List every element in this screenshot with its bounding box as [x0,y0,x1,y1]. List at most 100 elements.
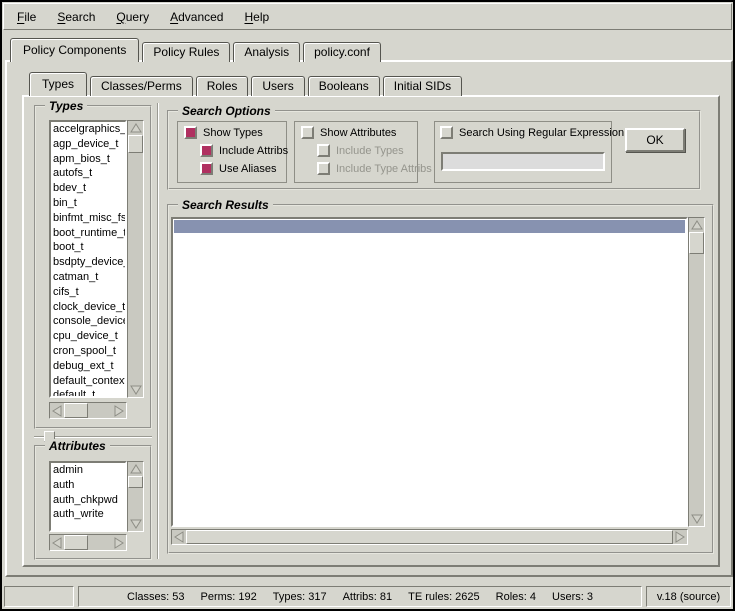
menu-file[interactable]: File [10,7,43,27]
menu-query[interactable]: Query [109,7,156,27]
selected-line [174,220,685,233]
tab-initial-sids[interactable]: Initial SIDs [383,76,462,96]
search-results-text[interactable] [171,217,688,527]
stat-perms: Perms: 192 [201,591,257,603]
attributes-horizontal-scrollbar[interactable] [49,534,127,551]
scroll-left-button[interactable] [50,403,64,418]
menu-label: earch [65,10,95,24]
scroll-down-button[interactable] [689,512,704,526]
scrollbar-thumb[interactable] [689,232,704,254]
scroll-left-button[interactable] [50,535,64,550]
show-attributes-frame: Show Attributes Include Types Include Ty… [294,121,418,183]
scrollbar-thumb[interactable] [64,535,88,550]
checkbox-regex[interactable]: Search Using Regular Expression [440,126,624,139]
status-bar: Classes: 53 Perms: 192 Types: 317 Attrib… [2,586,733,607]
list-item[interactable]: autofs_t [51,166,125,181]
scroll-left-button[interactable] [172,530,186,544]
scroll-up-button[interactable] [128,462,143,476]
list-item[interactable]: catman_t [51,270,125,285]
checkbox-indicator [200,144,213,157]
attributes-listbox[interactable]: admin auth auth_chkpwd auth_write [49,461,127,532]
list-item[interactable]: agp_device_t [51,137,125,152]
scrollbar-thumb[interactable] [128,135,143,153]
menu-label: dvanced [178,10,223,24]
tab-booleans[interactable]: Booleans [308,76,380,96]
scroll-down-button[interactable] [128,517,143,531]
types-horizontal-scrollbar[interactable] [49,402,127,419]
results-horizontal-scrollbar[interactable] [171,529,688,545]
list-item[interactable]: admin [51,463,125,478]
menu-advanced[interactable]: Advanced [163,7,230,27]
down-arrow-icon [691,513,703,525]
scrollbar-trough[interactable] [689,254,704,512]
list-item[interactable]: default_context [51,374,125,389]
types-vertical-scrollbar[interactable] [127,120,144,398]
menu-accel: H [244,10,253,24]
attributes-vertical-scrollbar[interactable] [127,461,144,532]
list-item[interactable]: default_t [51,388,125,398]
scroll-down-button[interactable] [128,383,143,397]
checkbox-show-attributes[interactable]: Show Attributes [301,126,396,139]
scrollbar-trough[interactable] [128,488,143,517]
tab-policy-conf[interactable]: policy.conf [303,42,381,62]
tab-policy-rules[interactable]: Policy Rules [142,42,230,62]
regex-input[interactable] [441,152,605,171]
scrollbar-thumb[interactable] [186,530,673,544]
tab-roles[interactable]: Roles [196,76,249,96]
list-item[interactable]: apm_bios_t [51,152,125,167]
list-item[interactable]: cifs_t [51,285,125,300]
ok-button[interactable]: OK [625,128,685,152]
menu-search[interactable]: Search [50,7,102,27]
list-item[interactable]: auth_chkpwd [51,493,125,508]
list-item[interactable]: debug_ext_t [51,359,125,374]
left-arrow-icon [51,537,63,549]
pane-divider [157,103,159,559]
policy-components-panel: Types Classes/Perms Roles Users Booleans… [5,60,733,577]
tab-analysis[interactable]: Analysis [233,42,300,62]
list-item[interactable]: bsdpty_device_ [51,255,125,270]
attributes-groupbox: Attributes admin auth auth_chkpwd auth_w… [34,445,152,560]
checkbox-include-type-attribs: Include Type Attribs [317,162,432,175]
scrollbar-trough[interactable] [88,535,112,550]
menu-label: uery [126,10,149,24]
scroll-right-button[interactable] [673,530,687,544]
tab-types[interactable]: Types [29,72,87,96]
scroll-right-button[interactable] [112,403,126,418]
checkbox-indicator [184,126,197,139]
list-item[interactable]: cron_spool_t [51,344,125,359]
list-item[interactable]: boot_t [51,240,125,255]
checkbox-include-attribs[interactable]: Include Attribs [200,144,288,157]
up-arrow-icon [691,219,703,231]
tab-classes-perms[interactable]: Classes/Perms [90,76,193,96]
list-item[interactable]: auth_write [51,507,125,522]
scroll-up-button[interactable] [128,121,143,135]
list-item[interactable]: boot_runtime_t [51,226,125,241]
stat-attribs: Attribs: 81 [343,591,393,603]
list-item[interactable]: auth [51,478,125,493]
tab-users[interactable]: Users [251,76,304,96]
checkbox-use-aliases[interactable]: Use Aliases [200,162,276,175]
menu-help[interactable]: Help [237,7,276,27]
scroll-up-button[interactable] [689,218,704,232]
scrollbar-thumb[interactable] [64,403,88,418]
scrollbar-thumb[interactable] [128,476,143,488]
checkbox-show-types[interactable]: Show Types [184,126,263,139]
component-tab-bar: Types Classes/Perms Roles Users Booleans… [29,72,465,96]
checkbox-indicator [317,144,330,157]
tab-policy-components[interactable]: Policy Components [10,38,139,62]
checkbox-indicator [440,126,453,139]
list-item[interactable]: console_device_ [51,314,125,329]
scroll-right-button[interactable] [112,535,126,550]
scrollbar-trough[interactable] [88,403,112,418]
types-listbox[interactable]: accelgraphics_e agp_device_t apm_bios_t … [49,120,127,398]
results-vertical-scrollbar[interactable] [688,217,705,527]
list-item[interactable]: binfmt_misc_fs [51,211,125,226]
list-item[interactable]: clock_device_t [51,300,125,315]
list-item[interactable]: bin_t [51,196,125,211]
scrollbar-trough[interactable] [128,153,143,383]
list-item[interactable]: cpu_device_t [51,329,125,344]
list-item[interactable]: accelgraphics_e [51,122,125,137]
checkbox-label: Search Using Regular Expression [459,127,624,139]
list-item[interactable]: bdev_t [51,181,125,196]
stat-users: Users: 3 [552,591,593,603]
